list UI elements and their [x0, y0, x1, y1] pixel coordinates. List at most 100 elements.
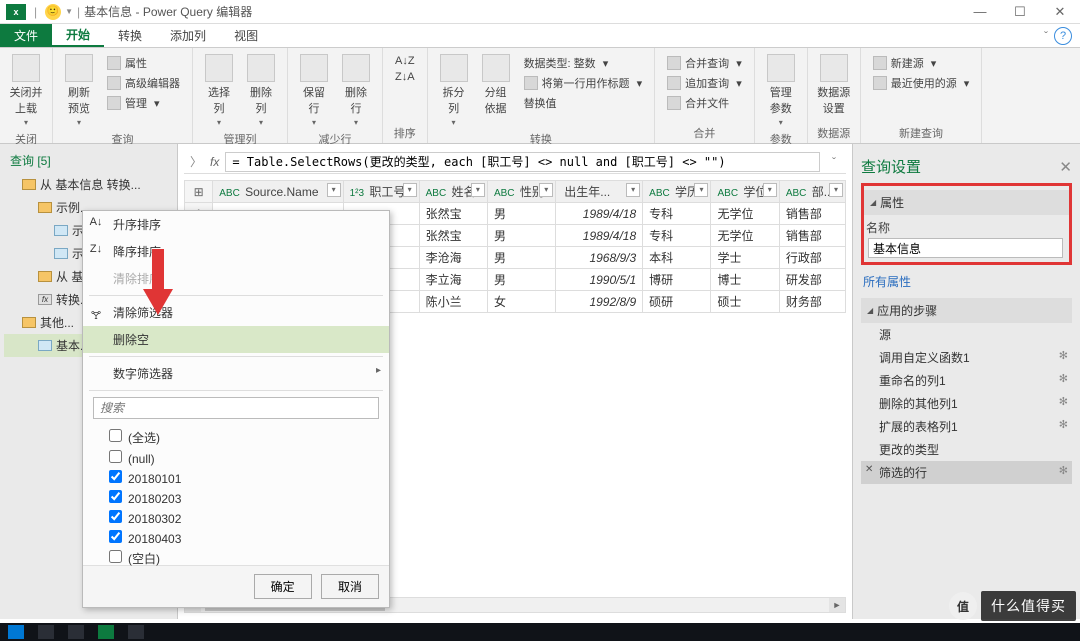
- filter-dropdown-icon[interactable]: ▾: [626, 183, 640, 197]
- filter-checkbox[interactable]: [109, 510, 122, 523]
- maximize-button[interactable]: ☐: [1000, 0, 1040, 24]
- advanced-editor-button[interactable]: 高级编辑器: [105, 74, 182, 92]
- filter-option[interactable]: (全选): [109, 427, 379, 448]
- filter-dropdown-icon[interactable]: ▾: [539, 183, 553, 197]
- manage-button[interactable]: 管理 ▾: [105, 94, 182, 112]
- formula-dropdown-icon[interactable]: ˇ: [826, 155, 842, 169]
- properties-section[interactable]: 属性: [864, 190, 1069, 215]
- start-icon[interactable]: [8, 625, 24, 639]
- applied-steps-section[interactable]: 应用的步骤: [861, 298, 1072, 323]
- column-header[interactable]: ABC 学位▾: [711, 181, 779, 203]
- properties-button[interactable]: 属性: [105, 54, 182, 72]
- filter-checkbox[interactable]: [109, 470, 122, 483]
- help-icon[interactable]: ?: [1054, 27, 1072, 45]
- formula-input[interactable]: [225, 152, 820, 172]
- sort-desc-item[interactable]: Z↓降序排序: [83, 238, 389, 265]
- filter-option[interactable]: (null): [109, 448, 379, 468]
- filter-option[interactable]: 20180101: [109, 468, 379, 488]
- applied-step[interactable]: 重命名的列1✻: [861, 369, 1072, 392]
- filter-checkbox[interactable]: [109, 429, 122, 442]
- file-tab[interactable]: 文件: [0, 24, 52, 47]
- remove-rows-button[interactable]: 删除 行▾: [336, 52, 376, 129]
- filter-checkbox[interactable]: [109, 490, 122, 503]
- filter-dropdown-icon[interactable]: ▾: [763, 183, 777, 197]
- smiley-icon[interactable]: 🙂: [45, 4, 61, 20]
- applied-step[interactable]: 筛选的行✻: [861, 461, 1072, 484]
- column-header[interactable]: 1²3 职工号▾: [343, 181, 419, 203]
- first-row-header-button[interactable]: 将第一行用作标题 ▾: [522, 74, 645, 92]
- settings-close-icon[interactable]: ✕: [1059, 158, 1072, 176]
- recent-sources-button[interactable]: 最近使用的源 ▾: [871, 74, 972, 92]
- merge-queries-button[interactable]: 合并查询 ▾: [665, 54, 744, 72]
- tab-transform[interactable]: 转换: [104, 24, 156, 47]
- data-type-button[interactable]: 数据类型: 整数 ▾: [522, 54, 645, 72]
- applied-step[interactable]: 更改的类型: [861, 438, 1072, 461]
- column-header[interactable]: 出生年...▾: [556, 181, 643, 203]
- filter-checkbox[interactable]: [109, 530, 122, 543]
- row-corner[interactable]: ⊞: [185, 181, 213, 203]
- gear-icon[interactable]: ✻: [1059, 372, 1068, 385]
- gear-icon[interactable]: ✻: [1059, 349, 1068, 362]
- filter-option[interactable]: 20180203: [109, 488, 379, 508]
- taskbar-app-icon[interactable]: [128, 625, 144, 639]
- applied-step[interactable]: 调用自定义函数1✻: [861, 346, 1072, 369]
- gear-icon[interactable]: ✻: [1059, 418, 1068, 431]
- replace-values-button[interactable]: 替换值: [522, 94, 645, 112]
- filter-dropdown-icon[interactable]: ▾: [829, 183, 843, 197]
- clear-filter-item[interactable]: 🝖清除筛选器: [83, 299, 389, 326]
- applied-step[interactable]: 删除的其他列1✻: [861, 392, 1072, 415]
- ok-button[interactable]: 确定: [254, 574, 312, 599]
- sort-desc-button[interactable]: Z↓A: [393, 70, 417, 84]
- applied-step[interactable]: 源: [861, 323, 1072, 346]
- cancel-button[interactable]: 取消: [321, 574, 379, 599]
- remove-empty-item[interactable]: 删除空: [83, 326, 389, 353]
- filter-option[interactable]: 20180403: [109, 528, 379, 548]
- remove-columns-button[interactable]: 删除 列▾: [241, 52, 281, 129]
- close-load-button[interactable]: 关闭并 上载▾: [6, 52, 46, 129]
- datasource-settings-button[interactable]: 数据源 设置: [814, 52, 854, 118]
- taskbar-app-icon[interactable]: [98, 625, 114, 639]
- close-button[interactable]: ✕: [1040, 0, 1080, 24]
- all-properties-link[interactable]: 所有属性: [861, 269, 1072, 294]
- column-header[interactable]: ABC 部...▾: [779, 181, 845, 203]
- tab-addcolumn[interactable]: 添加列: [156, 24, 220, 47]
- ribbon-collapse-icon[interactable]: ˇ: [1044, 29, 1048, 43]
- keep-rows-button[interactable]: 保留 行▾: [294, 52, 334, 129]
- sort-asc-button[interactable]: A↓Z: [393, 54, 417, 68]
- filter-dropdown-icon[interactable]: ▾: [403, 183, 417, 197]
- filter-option[interactable]: 20180302: [109, 508, 379, 528]
- filter-dropdown-icon[interactable]: ▾: [327, 183, 341, 197]
- filter-search-input[interactable]: [93, 397, 379, 419]
- filter-dropdown-icon[interactable]: ▾: [694, 183, 708, 197]
- step-back-icon[interactable]: 〉: [188, 153, 204, 170]
- split-column-button[interactable]: 拆分 列▾: [434, 52, 474, 129]
- taskbar-app-icon[interactable]: [68, 625, 84, 639]
- tab-home[interactable]: 开始: [52, 24, 104, 47]
- refresh-preview-button[interactable]: 刷新 预览▾: [59, 52, 99, 129]
- number-filter-item[interactable]: 数字筛选器▸: [83, 360, 389, 387]
- column-header[interactable]: ABC 学历▾: [643, 181, 711, 203]
- new-source-button[interactable]: 新建源 ▾: [871, 54, 972, 72]
- sort-asc-item[interactable]: A↓升序排序: [83, 211, 389, 238]
- applied-step[interactable]: 扩展的表格列1✻: [861, 415, 1072, 438]
- gear-icon[interactable]: ✻: [1059, 395, 1068, 408]
- gear-icon[interactable]: ✻: [1059, 464, 1068, 477]
- combine-files-button[interactable]: 合并文件: [665, 94, 744, 112]
- scroll-right-icon[interactable]: ►: [829, 598, 845, 612]
- append-queries-button[interactable]: 追加查询 ▾: [665, 74, 744, 92]
- fx-icon[interactable]: fx: [210, 155, 219, 169]
- filter-checkbox[interactable]: [109, 450, 122, 463]
- query-tree-item[interactable]: 从 基本信息 转换...: [4, 173, 173, 196]
- tab-view[interactable]: 视图: [220, 24, 272, 47]
- column-header[interactable]: ABC 性别▾: [487, 181, 555, 203]
- filter-checkbox[interactable]: [109, 550, 122, 563]
- column-header[interactable]: ABC 姓名▾: [419, 181, 487, 203]
- minimize-button[interactable]: —: [960, 0, 1000, 24]
- group-by-button[interactable]: 分组 依据: [476, 52, 516, 118]
- query-name-input[interactable]: [868, 238, 1063, 258]
- manage-params-button[interactable]: 管理 参数▾: [761, 52, 801, 129]
- column-header[interactable]: ABC Source.Name▾: [213, 181, 343, 203]
- taskbar-app-icon[interactable]: [38, 625, 54, 639]
- choose-columns-button[interactable]: 选择 列▾: [199, 52, 239, 129]
- filter-dropdown-icon[interactable]: ▾: [471, 183, 485, 197]
